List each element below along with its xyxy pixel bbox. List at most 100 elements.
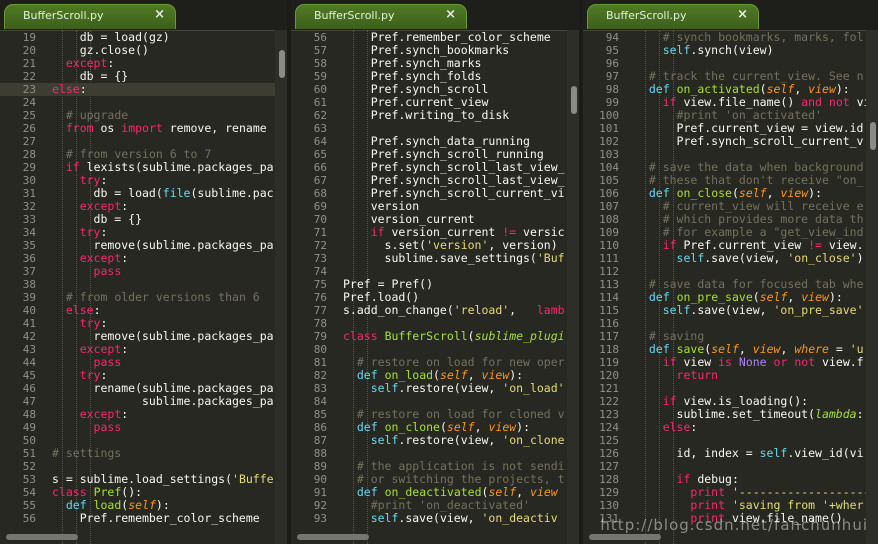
code-line[interactable]: 102 Pref.synch_scroll_current_v xyxy=(583,135,878,148)
code-line[interactable]: 124 else: xyxy=(583,421,878,434)
code-line[interactable]: 70 version_current xyxy=(291,213,579,226)
code-line[interactable]: 109 # for example a "get_view_ind xyxy=(583,226,878,239)
code-line[interactable]: 73 sublime.save_settings('Buf xyxy=(291,252,579,265)
editor-pane-left[interactable]: BufferScroll.py × 19 db = load(gz) 20 gz.… xyxy=(0,0,287,544)
code-line[interactable]: 127 xyxy=(583,460,878,473)
code-line[interactable]: 65 Pref.synch_scroll_running xyxy=(291,148,579,161)
code-line[interactable]: 47 sublime.packages_pa xyxy=(0,395,287,408)
code-line[interactable]: 42 remove(sublime.packages_pa xyxy=(0,330,287,343)
code-editor[interactable]: 94 # synch bookmarks, marks, fol 95 self.… xyxy=(583,30,878,544)
code-line[interactable]: 39 # from older versions than 6 xyxy=(0,291,287,304)
code-line[interactable]: 41 try: xyxy=(0,317,287,330)
code-line[interactable]: 35 remove(sublime.packages_pa xyxy=(0,239,287,252)
code-line[interactable]: 30 try: xyxy=(0,174,287,187)
code-line[interactable]: 23 else: xyxy=(0,83,287,96)
code-line[interactable]: 91 def on_deactivated(self, view xyxy=(291,486,579,499)
code-line[interactable]: 46 rename(sublime.packages_pa xyxy=(0,382,287,395)
code-line[interactable]: 85 # restore on load for cloned v xyxy=(291,408,579,421)
code-line[interactable]: 110 if Pref.current_view != view. xyxy=(583,239,878,252)
code-line[interactable]: 43 except: xyxy=(0,343,287,356)
code-line[interactable]: 103 xyxy=(583,148,878,161)
code-line[interactable]: 40 else: xyxy=(0,304,287,317)
code-line[interactable]: 95 self.synch(view) xyxy=(583,44,878,57)
code-line[interactable]: 57 Pref.synch_bookmarks xyxy=(291,44,579,57)
code-line[interactable]: 125 xyxy=(583,434,878,447)
code-line[interactable]: 60 Pref.synch_scroll xyxy=(291,83,579,96)
code-line[interactable]: 58 Pref.synch_marks xyxy=(291,57,579,70)
code-line[interactable]: 51 # settings xyxy=(0,447,287,460)
code-line[interactable]: 62 Pref.writing_to_disk xyxy=(291,109,579,122)
horizontal-scrollbar-thumb[interactable] xyxy=(589,534,661,540)
horizontal-scrollbar-thumb[interactable] xyxy=(6,534,78,540)
code-line[interactable]: 29 if lexists(sublime.packages_pa xyxy=(0,161,287,174)
scrollbar-thumb[interactable] xyxy=(870,122,876,150)
code-line[interactable]: 92 #print 'on_deactivated' xyxy=(291,499,579,512)
code-line[interactable]: 106 def on_close(self, view): xyxy=(583,187,878,200)
code-line[interactable]: 99 if view.file_name() and not vi xyxy=(583,96,878,109)
code-line[interactable]: 28 # from version 6 to 7 xyxy=(0,148,287,161)
code-line[interactable]: 105 # these that don't receive "on_ xyxy=(583,174,878,187)
code-line[interactable]: 45 try: xyxy=(0,369,287,382)
code-line[interactable]: 71 if version_current != versic xyxy=(291,226,579,239)
code-line[interactable]: 78 xyxy=(291,317,579,330)
horizontal-scrollbar-thumb[interactable] xyxy=(297,534,369,540)
code-line[interactable]: 34 try: xyxy=(0,226,287,239)
code-line[interactable]: 55 def load(self): xyxy=(0,499,287,512)
close-icon[interactable]: × xyxy=(154,7,165,22)
code-line[interactable]: 64 Pref.synch_data_running xyxy=(291,135,579,148)
code-line[interactable]: 75 Pref = Pref() xyxy=(291,278,579,291)
close-icon[interactable]: × xyxy=(445,7,456,22)
file-tab[interactable]: BufferScroll.py × xyxy=(4,4,176,29)
code-line[interactable]: 89 # the application is not sendi xyxy=(291,460,579,473)
close-icon[interactable]: × xyxy=(737,7,748,22)
code-line[interactable]: 54 class Pref(): xyxy=(0,486,287,499)
code-editor[interactable]: 56 Pref.remember_color_scheme 57 Pref.syn… xyxy=(291,30,579,544)
code-line[interactable]: 119 if view is None or not view.f xyxy=(583,356,878,369)
code-line[interactable]: 97 # track the current_view. See n xyxy=(583,70,878,83)
code-line[interactable]: 67 Pref.synch_scroll_last_view_ xyxy=(291,174,579,187)
code-line[interactable]: 113 # save data for focused tab whe xyxy=(583,278,878,291)
code-line[interactable]: 83 self.restore(view, 'on_load' xyxy=(291,382,579,395)
code-line[interactable]: 59 Pref.synch_folds xyxy=(291,70,579,83)
code-line[interactable]: 100 #print 'on_activated' xyxy=(583,109,878,122)
file-tab[interactable]: BufferScroll.py × xyxy=(587,4,759,29)
code-line[interactable]: 56 Pref.remember_color_scheme xyxy=(291,31,579,44)
code-line[interactable]: 68 Pref.synch_scroll_current_vi xyxy=(291,187,579,200)
code-line[interactable]: 44 pass xyxy=(0,356,287,369)
code-line[interactable]: 37 pass xyxy=(0,265,287,278)
code-line[interactable]: 96 xyxy=(583,57,878,70)
code-line[interactable]: 19 db = load(gz) xyxy=(0,31,287,44)
code-line[interactable]: 122 if view.is_loading(): xyxy=(583,395,878,408)
code-line[interactable]: 82 def on_load(self, view): xyxy=(291,369,579,382)
code-line[interactable]: 90 # or switching the projects, t xyxy=(291,473,579,486)
code-line[interactable]: 93 self.save(view, 'on_deactiv xyxy=(291,512,579,525)
code-line[interactable]: 36 except: xyxy=(0,252,287,265)
code-line[interactable]: 116 xyxy=(583,317,878,330)
code-line[interactable]: 128 if debug: xyxy=(583,473,878,486)
vertical-scrollbar[interactable] xyxy=(567,30,579,544)
code-line[interactable]: 87 self.restore(view, 'on_clone xyxy=(291,434,579,447)
code-line[interactable]: 38 xyxy=(0,278,287,291)
code-line[interactable]: 66 Pref.synch_scroll_last_view_ xyxy=(291,161,579,174)
editor-pane-middle[interactable]: BufferScroll.py × 56 Pref.remember_color… xyxy=(291,0,579,544)
code-line[interactable]: 74 xyxy=(291,265,579,278)
code-line[interactable]: 69 version xyxy=(291,200,579,213)
code-line[interactable]: 129 print '-------------------- xyxy=(583,486,878,499)
code-line[interactable]: 118 def save(self, view, where = 'u xyxy=(583,343,878,356)
code-line[interactable]: 104 # save the data when background xyxy=(583,161,878,174)
code-line[interactable]: 121 xyxy=(583,382,878,395)
code-line[interactable]: 24 xyxy=(0,96,287,109)
code-line[interactable]: 98 def on_activated(self, view): xyxy=(583,83,878,96)
code-line[interactable]: 123 sublime.set_timeout(lambda: xyxy=(583,408,878,421)
code-editor[interactable]: 19 db = load(gz) 20 gz.close() 21 except: 2… xyxy=(0,30,287,544)
code-line[interactable]: 126 id, index = self.view_id(vi xyxy=(583,447,878,460)
code-line[interactable]: 53 s = sublime.load_settings('Buffe xyxy=(0,473,287,486)
code-line[interactable]: 72 s.set('version', version) xyxy=(291,239,579,252)
code-line[interactable]: 101 Pref.current_view = view.id xyxy=(583,122,878,135)
code-line[interactable]: 52 xyxy=(0,460,287,473)
scrollbar-thumb[interactable] xyxy=(571,86,577,114)
code-line[interactable]: 63 xyxy=(291,122,579,135)
code-line[interactable]: 49 pass xyxy=(0,421,287,434)
code-line[interactable]: 21 except: xyxy=(0,57,287,70)
code-line[interactable]: 112 xyxy=(583,265,878,278)
